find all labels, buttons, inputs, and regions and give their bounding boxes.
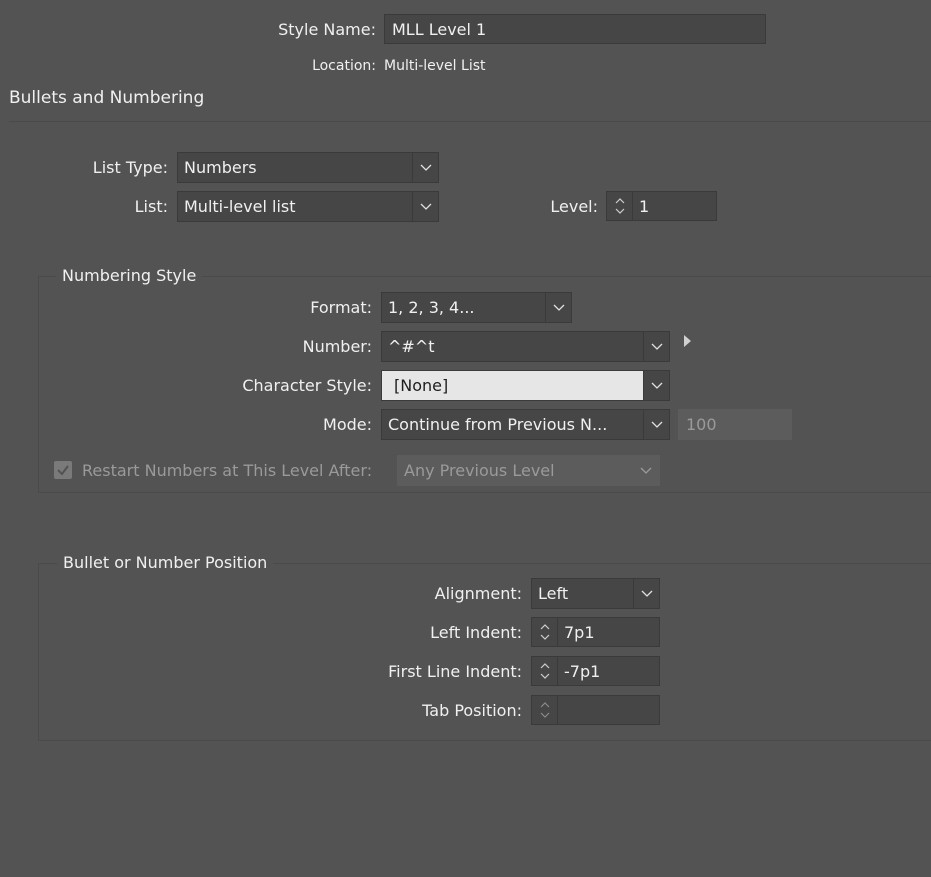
restart-checkbox[interactable] xyxy=(54,461,72,479)
chevron-down-icon xyxy=(412,192,438,221)
triangle-right-icon[interactable] xyxy=(682,333,692,352)
alignment-label: Alignment: xyxy=(434,584,522,603)
alignment-dropdown[interactable]: Left xyxy=(531,578,660,609)
number-dropdown[interactable]: ^#^t xyxy=(381,331,670,362)
list-dropdown[interactable]: Multi-level list xyxy=(177,191,439,222)
chevron-down-icon xyxy=(633,456,659,485)
list-value: Multi-level list xyxy=(184,197,296,216)
restart-level-value: Any Previous Level xyxy=(404,461,555,480)
style-name-label: Style Name: xyxy=(278,20,376,39)
list-type-value: Numbers xyxy=(184,158,257,177)
section-title: Bullets and Numbering xyxy=(9,88,205,108)
first-line-indent-stepper[interactable]: -7p1 xyxy=(531,656,660,686)
location-value: Multi-level List xyxy=(384,58,486,74)
chevron-down-icon xyxy=(643,332,669,361)
mode-dropdown[interactable]: Continue from Previous N... xyxy=(381,409,670,440)
stepper-icon[interactable] xyxy=(607,192,633,220)
chevron-down-icon xyxy=(643,371,669,400)
left-indent-label: Left Indent: xyxy=(430,623,522,642)
first-line-indent-value[interactable]: -7p1 xyxy=(558,657,659,685)
character-style-dropdown[interactable]: [None] xyxy=(381,370,670,401)
level-value[interactable]: 1 xyxy=(633,192,716,220)
left-indent-stepper[interactable]: 7p1 xyxy=(531,617,660,647)
restart-label: Restart Numbers at This Level After: xyxy=(82,461,373,480)
tab-position-label: Tab Position: xyxy=(422,701,522,720)
left-indent-value[interactable]: 7p1 xyxy=(558,618,659,646)
format-dropdown[interactable]: 1, 2, 3, 4... xyxy=(381,292,572,323)
restart-level-dropdown[interactable]: Any Previous Level xyxy=(397,455,660,486)
chevron-down-icon xyxy=(633,579,659,608)
level-stepper[interactable]: 1 xyxy=(606,191,717,221)
tab-position-value[interactable] xyxy=(558,696,659,724)
alignment-value: Left xyxy=(538,584,569,603)
list-type-label: List Type: xyxy=(92,158,168,177)
stepper-icon[interactable] xyxy=(532,657,558,685)
tab-position-stepper[interactable] xyxy=(531,695,660,725)
style-name-input[interactable]: MLL Level 1 xyxy=(384,14,766,44)
location-label: Location: xyxy=(312,58,376,74)
first-line-indent-label: First Line Indent: xyxy=(388,662,522,681)
mode-value: Continue from Previous N... xyxy=(388,415,608,434)
number-label: Number: xyxy=(302,337,372,356)
character-style-value: [None] xyxy=(394,376,449,395)
format-value: 1, 2, 3, 4... xyxy=(388,298,475,317)
number-value: ^#^t xyxy=(388,337,435,356)
section-divider xyxy=(9,121,931,122)
list-label: List: xyxy=(134,197,168,216)
checkmark-icon xyxy=(57,465,69,476)
mode-start-input[interactable]: 100 xyxy=(678,409,792,440)
mode-label: Mode: xyxy=(323,415,372,434)
chevron-down-icon xyxy=(545,293,571,322)
list-type-dropdown[interactable]: Numbers xyxy=(177,152,439,183)
level-label: Level: xyxy=(550,197,598,216)
chevron-down-icon xyxy=(412,153,438,182)
position-title: Bullet or Number Position xyxy=(57,553,274,572)
chevron-down-icon xyxy=(643,410,669,439)
character-style-label: Character Style: xyxy=(242,376,372,395)
stepper-icon[interactable] xyxy=(532,618,558,646)
format-label: Format: xyxy=(310,298,372,317)
numbering-style-title: Numbering Style xyxy=(56,266,203,285)
stepper-icon[interactable] xyxy=(532,696,558,724)
